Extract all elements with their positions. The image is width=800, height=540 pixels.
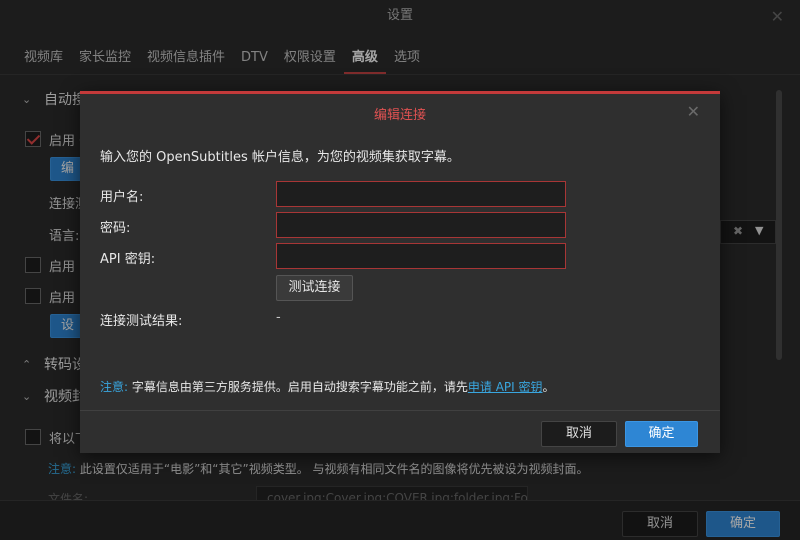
test-result-label: 连接测试结果:: [100, 314, 183, 329]
dialog-footer: 取消 确定: [80, 410, 720, 456]
apply-api-key-link[interactable]: 申请 API 密钥: [468, 380, 543, 394]
username-label: 用户名:: [100, 190, 144, 205]
dialog-cancel-button[interactable]: 取消: [541, 421, 617, 447]
api-key-label: API 密钥:: [100, 252, 156, 267]
test-connection-button[interactable]: 测试连接: [276, 275, 353, 301]
password-input[interactable]: [276, 212, 566, 238]
note-text: 字幕信息由第三方服务提供。启用自动搜索字幕功能之前，请先: [128, 380, 468, 394]
note-suffix: 。: [542, 380, 555, 394]
dialog-close-icon[interactable]: ✕: [687, 102, 700, 121]
edit-connection-dialog: 编辑连接 ✕ 输入您的 OpenSubtitles 帐户信息，为您的视频集获取字…: [80, 91, 720, 453]
username-input[interactable]: [276, 181, 566, 207]
dialog-title: 编辑连接: [373, 108, 426, 123]
note-prefix: 注意:: [100, 380, 129, 394]
test-result-value: -: [276, 310, 281, 325]
dialog-ok-button[interactable]: 确定: [625, 421, 698, 447]
api-key-input[interactable]: [276, 243, 566, 269]
dialog-description: 输入您的 OpenSubtitles 帐户信息，为您的视频集获取字幕。: [100, 150, 460, 165]
password-label: 密码:: [100, 221, 131, 236]
dialog-note: 注意: 字幕信息由第三方服务提供。启用自动搜索字幕功能之前，请先申请 API 密…: [100, 378, 555, 395]
